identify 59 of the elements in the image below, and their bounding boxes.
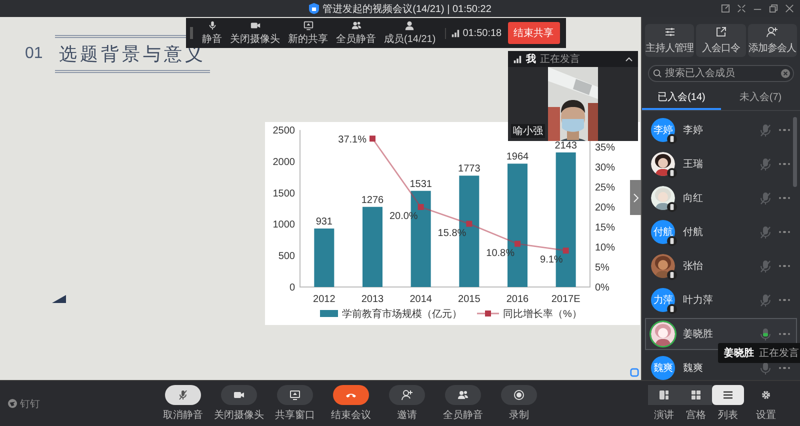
axis-label: 25% — [595, 182, 616, 194]
axis-label: 1500 — [272, 188, 295, 200]
button-label: 邀请 — [397, 408, 417, 422]
data-label: 2143 — [554, 140, 577, 152]
speaking-status: 正在发言 — [540, 52, 580, 66]
member-name: 付航 — [683, 226, 703, 239]
avatar: 力萍 — [651, 288, 675, 312]
button-label: 全员静音 — [443, 408, 483, 422]
data-label: 1531 — [410, 178, 432, 190]
avatar: 魏爽 — [651, 356, 675, 380]
axis-label: 2015 — [458, 294, 480, 305]
button-label: 关闭摄像头 — [214, 408, 264, 422]
app-logo: 钉钉 — [20, 398, 40, 410]
axis-label: 2012 — [313, 294, 336, 305]
member-name: 向红 — [683, 192, 703, 205]
axis-label: 5% — [595, 262, 610, 274]
data-label: 931 — [316, 216, 332, 228]
button-label: 设置 — [756, 408, 776, 422]
button-label: 取消静音 — [163, 408, 203, 422]
member-name: 魏爽 — [683, 362, 703, 375]
avatar: 李婷 — [651, 118, 675, 142]
axis-label: 2500 — [272, 126, 295, 136]
axis-label: 20% — [595, 202, 616, 214]
member-name: 李婷 — [683, 124, 703, 137]
member-name: 姜晓胜 — [683, 328, 713, 341]
axis-label: 35% — [595, 142, 616, 154]
data-label: 1276 — [361, 194, 384, 206]
data-label: 37.1% — [338, 134, 366, 146]
button-label: 结束会议 — [331, 408, 371, 422]
axis-label: 500 — [278, 251, 295, 262]
speaker-name: 我 — [526, 52, 536, 66]
avatar: 付航 — [651, 220, 675, 244]
button-label: 共享窗口 — [275, 408, 315, 422]
timer: 01:50:18 — [462, 28, 502, 38]
participant-name: 喻小强 — [511, 124, 545, 138]
legend-label: 同比增长率（%） — [503, 309, 582, 320]
button-label: 列表 — [718, 408, 738, 422]
axis-label: 1000 — [272, 220, 295, 231]
member-name: 张怡 — [683, 260, 703, 273]
button-label: 录制 — [509, 408, 529, 422]
slide-number: 01 — [25, 45, 43, 63]
data-label: 1964 — [506, 152, 529, 163]
axis-label: 2000 — [272, 156, 295, 168]
axis-label: 0 — [289, 282, 295, 294]
button-label: 宫格 — [686, 408, 706, 422]
axis-label: 2017E — [551, 294, 580, 305]
axis-label: 30% — [595, 162, 616, 174]
axis-label: 10% — [595, 242, 616, 254]
member-name: 叶力萍 — [683, 294, 713, 307]
data-label: 1773 — [458, 164, 480, 175]
axis-label: 2014 — [410, 294, 432, 305]
axis-label: 2016 — [506, 294, 529, 305]
axis-label: 2013 — [361, 294, 384, 305]
legend-label: 学前教育市场规模（亿元） — [342, 309, 462, 320]
axis-label: 0% — [595, 282, 610, 294]
axis-label: 15% — [595, 222, 616, 234]
member-name: 王瑞 — [683, 158, 703, 171]
button-label: 演讲 — [654, 408, 674, 422]
window-title: 管进发起的视频会议(14/21) | 01:50:22 — [322, 2, 492, 16]
